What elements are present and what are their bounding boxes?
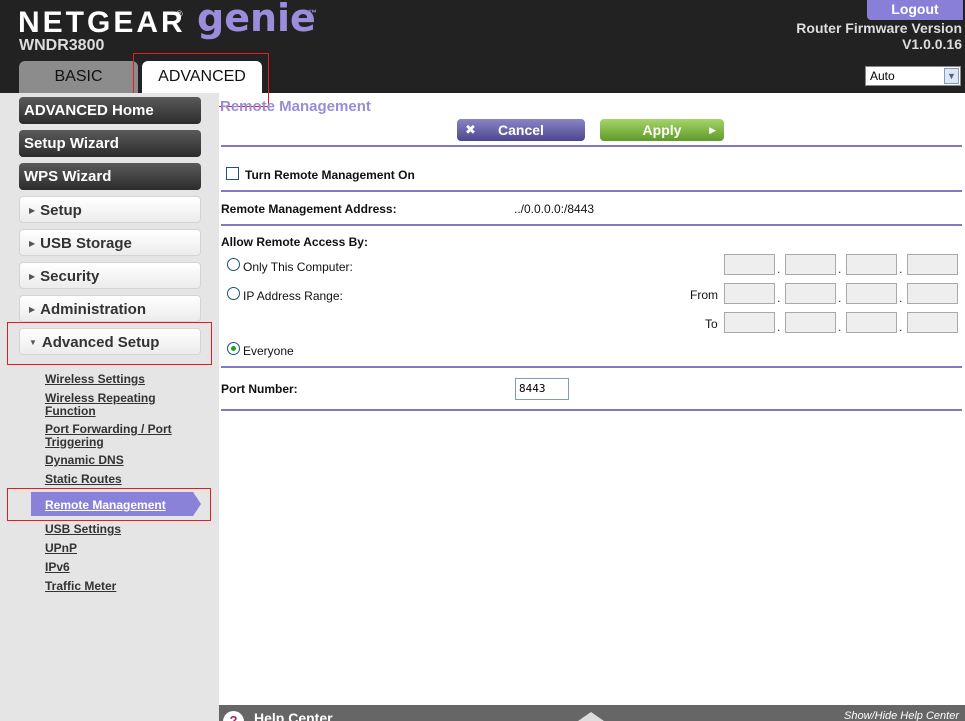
sidebar-item-setup[interactable]: ▶ Setup (19, 196, 201, 223)
submenu-active-pointer (193, 492, 201, 516)
only-this-ip-octet-2[interactable] (785, 254, 836, 275)
ip-dot: . (838, 291, 842, 305)
language-select-value: Auto (870, 69, 895, 83)
only-this-ip-octet-4[interactable] (907, 254, 958, 275)
ip-dot: . (777, 291, 781, 305)
sidebar-item-administration[interactable]: ▶ Administration (19, 295, 201, 322)
divider (221, 224, 962, 226)
ip-dot: . (899, 320, 903, 334)
show-hide-help-link[interactable]: Show/Hide Help Center (844, 710, 959, 721)
router-model: WNDR3800 (19, 37, 105, 54)
sidebar-item-advanced-setup[interactable]: ▼ Advanced Setup (19, 328, 201, 355)
divider (221, 190, 962, 192)
port-number-label: Port Number: (221, 382, 298, 396)
apply-button[interactable]: Apply ▶ (600, 119, 724, 141)
triangle-right-icon: ▶ (29, 239, 36, 248)
to-ip-octet-3[interactable] (846, 312, 897, 333)
cancel-button[interactable]: ✖ Cancel (457, 119, 585, 141)
only-this-computer-label: Only This Computer: (243, 260, 353, 274)
page-title: Remote Management (220, 98, 371, 115)
submenu-static-routes[interactable]: Static Routes (45, 473, 205, 486)
submenu-port-forwarding[interactable]: Port Forwarding / Port Triggering (45, 423, 185, 449)
submenu-traffic-meter[interactable]: Traffic Meter (45, 580, 205, 593)
ip-dot: . (777, 320, 781, 334)
divider (221, 409, 962, 411)
firmware-version: V1.0.0.16 (902, 36, 962, 52)
tab-basic[interactable]: BASIC (19, 61, 138, 93)
expand-up-icon[interactable] (578, 712, 604, 721)
ip-dot: . (899, 262, 903, 276)
from-ip-octet-2[interactable] (785, 283, 836, 304)
ip-dot: . (777, 262, 781, 276)
registered-mark: ® (176, 9, 183, 19)
submenu-upnp[interactable]: UPnP (45, 542, 205, 555)
ip-dot: . (899, 291, 903, 305)
only-this-computer-radio[interactable] (227, 258, 240, 271)
logout-button[interactable]: Logout (867, 0, 963, 20)
remote-management-label: Turn Remote Management On (245, 168, 415, 182)
submenu-wireless-settings[interactable]: Wireless Settings (45, 373, 205, 386)
netgear-logo: NETGEAR (18, 6, 186, 39)
triangle-right-icon: ▶ (29, 305, 36, 314)
ip-dot: . (838, 262, 842, 276)
sidebar-item-label: Advanced Setup (41, 334, 160, 351)
sidebar-item-advanced-home[interactable]: ADVANCED Home (19, 97, 201, 124)
close-icon: ✖ (465, 122, 476, 137)
from-ip-octet-3[interactable] (846, 283, 897, 304)
apply-button-label: Apply (642, 122, 682, 138)
to-ip-octet-1[interactable] (724, 312, 775, 333)
submenu-ipv6[interactable]: IPv6 (45, 561, 205, 574)
trademark-mark: ™ (308, 8, 317, 18)
address-value: ../0.0.0.0:/8443 (514, 202, 595, 216)
chevron-down-icon[interactable]: ▼ (944, 68, 959, 84)
address-label: Remote Management Address: (221, 202, 397, 216)
everyone-label: Everyone (243, 344, 294, 358)
divider (221, 366, 962, 368)
from-ip-octet-1[interactable] (724, 283, 775, 304)
submenu-wireless-repeating[interactable]: Wireless Repeating Function (45, 392, 175, 418)
sidebar-item-label: Security (40, 268, 100, 285)
sidebar-item-label: USB Storage (40, 235, 132, 252)
only-this-ip-octet-3[interactable] (846, 254, 897, 275)
ip-range-radio[interactable] (227, 287, 240, 300)
sidebar-item-label: Setup (40, 202, 82, 219)
to-label: To (705, 317, 718, 331)
divider (221, 145, 962, 147)
to-ip-octet-2[interactable] (785, 312, 836, 333)
sidebar-item-setup-wizard[interactable]: Setup Wizard (19, 130, 201, 157)
ip-dot: . (838, 320, 842, 334)
everyone-radio[interactable] (227, 342, 240, 355)
allow-access-label: Allow Remote Access By: (221, 235, 368, 249)
language-select[interactable]: Auto ▼ (865, 66, 961, 86)
submenu-usb-settings[interactable]: USB Settings (45, 523, 205, 536)
triangle-right-icon: ▶ (29, 272, 36, 281)
sidebar-item-label: Administration (40, 301, 146, 318)
sidebar-item-usb-storage[interactable]: ▶ USB Storage (19, 229, 201, 256)
port-number-input[interactable]: 8443 (515, 378, 569, 400)
help-center-title: Help Center (254, 710, 333, 721)
triangle-right-icon: ▶ (29, 206, 36, 215)
submenu-dynamic-dns[interactable]: Dynamic DNS (45, 454, 205, 467)
genie-logo: genie (197, 0, 316, 40)
cancel-button-label: Cancel (498, 122, 544, 138)
submenu-remote-management[interactable]: Remote Management (45, 498, 166, 512)
ip-range-label: IP Address Range: (243, 289, 343, 303)
remote-management-checkbox[interactable] (226, 167, 239, 180)
triangle-down-icon: ▼ (29, 338, 37, 347)
only-this-ip-octet-1[interactable] (724, 254, 775, 275)
sidebar-item-wps-wizard[interactable]: WPS Wizard (19, 163, 201, 190)
triangle-right-icon: ▶ (709, 125, 716, 135)
from-ip-octet-4[interactable] (907, 283, 958, 304)
to-ip-octet-4[interactable] (907, 312, 958, 333)
firmware-label: Router Firmware Version (796, 20, 962, 36)
sidebar-item-security[interactable]: ▶ Security (19, 262, 201, 289)
tab-advanced[interactable]: ADVANCED (142, 61, 262, 93)
from-label: From (690, 288, 718, 302)
